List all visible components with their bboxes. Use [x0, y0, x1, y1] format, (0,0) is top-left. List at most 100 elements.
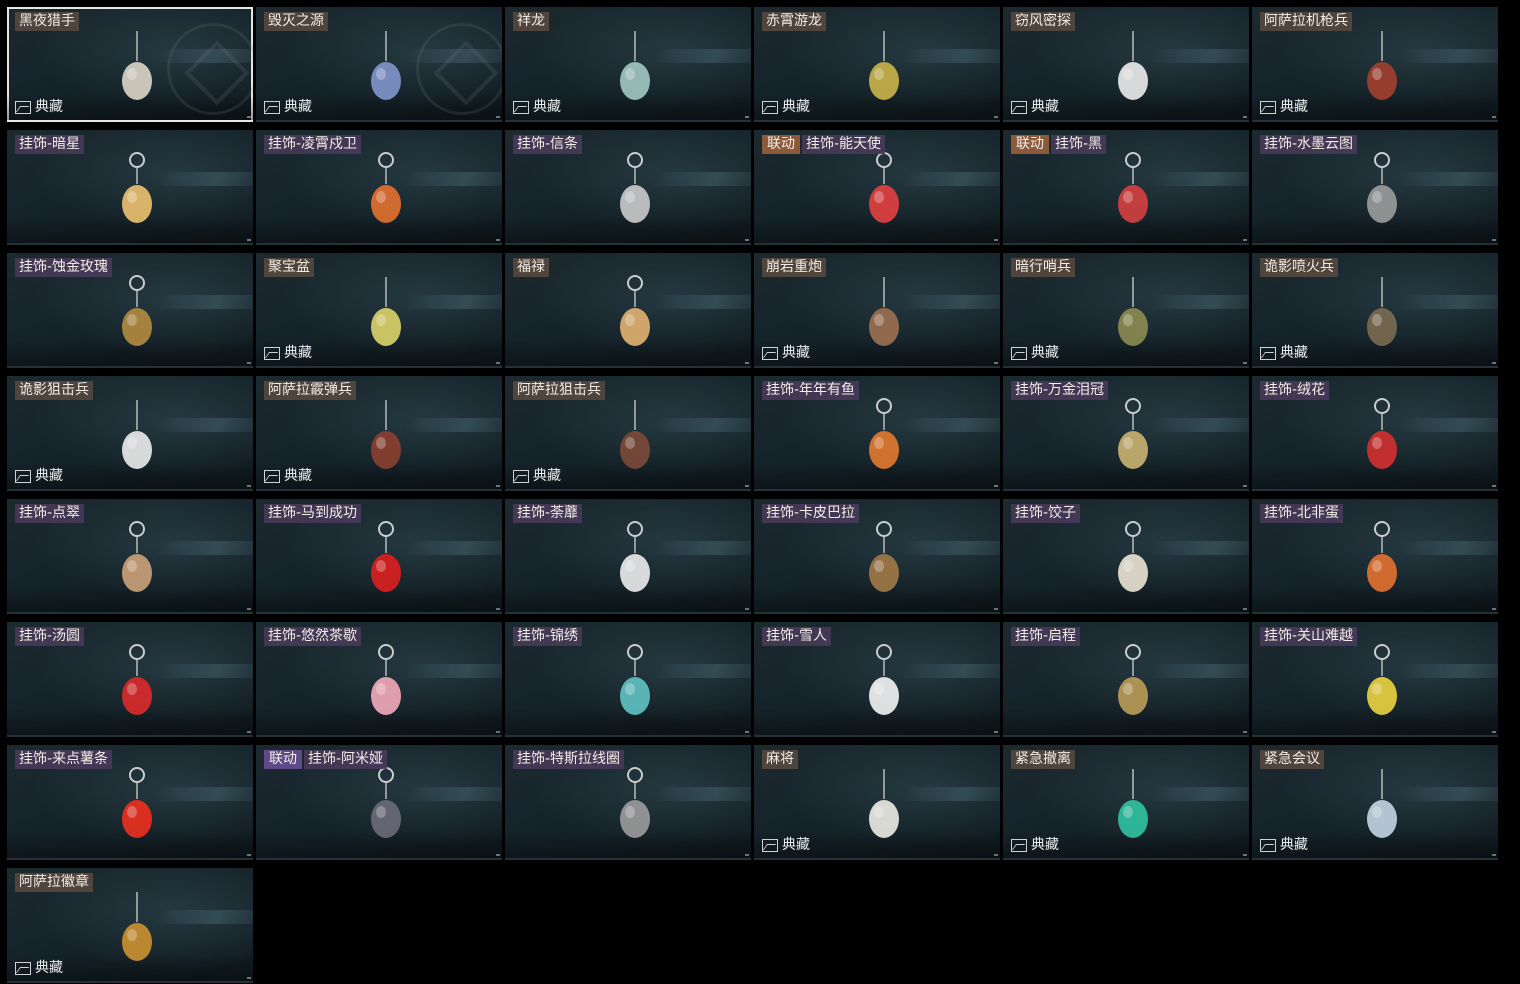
charm-card[interactable]: 挂饰-万金泪冠 — [1003, 376, 1249, 491]
corner-indicator — [1492, 731, 1496, 733]
velvet-flower-charm-icon — [1360, 396, 1404, 480]
charm-card[interactable]: 挂饰-点翠 — [7, 499, 253, 614]
charm-card[interactable]: 联动 挂饰-黑 — [1003, 130, 1249, 245]
card-name: 挂饰-年年有鱼 — [762, 381, 860, 400]
creed-charm-icon — [613, 150, 657, 234]
charm-card[interactable]: 阿萨拉狙击兵 典藏 — [505, 376, 751, 491]
card-title: 黑夜猎手 — [15, 12, 79, 31]
charm-card[interactable]: 挂饰-信条 — [505, 130, 751, 245]
capybara-charm-icon — [862, 519, 906, 603]
collectible-image-icon — [15, 961, 31, 975]
charm-card[interactable]: 麻将 典藏 — [754, 745, 1000, 860]
asala-sniper-charm-icon — [613, 396, 657, 480]
mahjong-charm-icon — [862, 765, 906, 849]
charm-card[interactable]: 黑夜猎手 典藏 — [7, 7, 253, 122]
charm-card[interactable]: 挂饰-北非蛋 — [1252, 499, 1498, 614]
collectible-badge: 典藏 — [1260, 345, 1308, 361]
emblem-watermark-icon — [416, 23, 502, 115]
charm-card[interactable]: 挂饰-荼蘼 — [505, 499, 751, 614]
collectible-label: 典藏 — [284, 468, 312, 484]
charm-card[interactable]: 福禄 — [505, 253, 751, 368]
charm-card[interactable]: 毁灭之源 典藏 — [256, 7, 502, 122]
charm-card[interactable]: 挂饰-关山难越 — [1252, 622, 1498, 737]
collectible-label: 典藏 — [782, 99, 810, 115]
charm-card[interactable]: 挂饰-锦绣 — [505, 622, 751, 737]
charm-card[interactable]: 紧急撤离 典藏 — [1003, 745, 1249, 860]
card-name: 挂饰-来点薯条 — [15, 750, 113, 769]
spy-rabbit-charm-icon — [1111, 27, 1155, 111]
card-title: 阿萨拉霰弹兵 — [264, 381, 356, 400]
collab-badge: 联动 — [1011, 135, 1049, 154]
charm-card[interactable]: 窃风密探 典藏 — [1003, 7, 1249, 122]
card-title: 挂饰-点翠 — [15, 504, 85, 523]
dragon-charm-icon — [364, 27, 408, 111]
corner-indicator — [496, 731, 500, 733]
charm-card[interactable]: 挂饰-来点薯条 — [7, 745, 253, 860]
card-name: 挂饰-绒花 — [1260, 381, 1330, 400]
charm-card[interactable]: 挂饰-年年有鱼 — [754, 376, 1000, 491]
card-title: 挂饰-凌霄戍卫 — [264, 135, 362, 154]
collectible-image-icon — [1260, 346, 1276, 360]
card-name: 挂饰-卡皮巴拉 — [762, 504, 860, 523]
charm-card[interactable]: 阿萨拉机枪兵 典藏 — [1252, 7, 1498, 122]
charm-card[interactable]: 联动 挂饰-阿米娅 — [256, 745, 502, 860]
rocket-charm-icon — [364, 150, 408, 234]
collectible-badge: 典藏 — [1011, 99, 1059, 115]
crown-charm-icon — [1111, 396, 1155, 480]
collectible-image-icon — [264, 469, 280, 483]
card-title: 挂饰-马到成功 — [264, 504, 362, 523]
charm-card[interactable]: 聚宝盆 典藏 — [256, 253, 502, 368]
meeting-charm-icon — [1360, 765, 1404, 849]
charm-card[interactable]: 挂饰-凌霄戍卫 — [256, 130, 502, 245]
charm-card[interactable]: 挂饰-雪人 — [754, 622, 1000, 737]
charm-card[interactable]: 崩岩重炮 典藏 — [754, 253, 1000, 368]
corner-indicator — [994, 731, 998, 733]
card-title: 诡影喷火兵 — [1260, 258, 1338, 277]
charm-card[interactable]: 紧急会议 典藏 — [1252, 745, 1498, 860]
charm-card[interactable]: 联动 挂饰-能天使 — [754, 130, 1000, 245]
charm-card[interactable]: 阿萨拉霰弹兵典藏 — [256, 376, 502, 491]
charm-card[interactable]: 挂饰-绒花 — [1252, 376, 1498, 491]
charm-card[interactable]: 挂饰-蚀金玫瑰 — [7, 253, 253, 368]
charm-card[interactable]: 阿萨拉徽章 典藏 — [7, 868, 253, 983]
amiya-charm-icon — [364, 765, 408, 849]
corner-indicator — [994, 116, 998, 118]
charm-card[interactable]: 暗行哨兵 典藏 — [1003, 253, 1249, 368]
charm-card[interactable]: 挂饰-悠然茶歇 — [256, 622, 502, 737]
collectible-image-icon — [762, 100, 778, 114]
card-name: 窃风密探 — [1011, 12, 1075, 31]
card-title: 挂饰-启程 — [1011, 627, 1081, 646]
charm-card[interactable]: 赤霄游龙 典藏 — [754, 7, 1000, 122]
card-title: 聚宝盆 — [264, 258, 314, 277]
charm-card[interactable]: 挂饰-饺子 — [1003, 499, 1249, 614]
card-title: 挂饰-水墨云图 — [1260, 135, 1358, 154]
card-title: 挂饰-荼蘼 — [513, 504, 583, 523]
charm-card[interactable]: 挂饰-暗星 — [7, 130, 253, 245]
corner-indicator — [1243, 485, 1247, 487]
charm-card[interactable]: 挂饰-马到成功 — [256, 499, 502, 614]
collectible-badge: 典藏 — [15, 99, 63, 115]
card-title: 挂饰-雪人 — [762, 627, 832, 646]
corner-indicator — [247, 854, 251, 856]
corner-indicator — [1243, 239, 1247, 241]
kingfisher-charm-icon — [115, 519, 159, 603]
card-title: 诡影狙击兵 — [15, 381, 93, 400]
card-title: 挂饰-来点薯条 — [15, 750, 113, 769]
card-name: 挂饰-雪人 — [762, 627, 832, 646]
corner-indicator — [745, 239, 749, 241]
charm-card[interactable]: 挂饰-卡皮巴拉 — [754, 499, 1000, 614]
charm-card[interactable]: 诡影喷火兵 典藏 — [1252, 253, 1498, 368]
charm-card[interactable]: 挂饰-启程 — [1003, 622, 1249, 737]
corner-indicator — [745, 731, 749, 733]
charm-card[interactable]: 挂饰-汤圆 — [7, 622, 253, 737]
card-title: 挂饰-万金泪冠 — [1011, 381, 1109, 400]
collectible-label: 典藏 — [35, 99, 63, 115]
charm-card[interactable]: 挂饰-水墨云图 — [1252, 130, 1498, 245]
collectible-image-icon — [1260, 100, 1276, 114]
charm-card[interactable]: 诡影狙击兵 典藏 — [7, 376, 253, 491]
charm-card[interactable]: 祥龙 典藏 — [505, 7, 751, 122]
gourd-charm-icon — [613, 273, 657, 357]
charm-card[interactable]: 挂饰-特斯拉线圈 — [505, 745, 751, 860]
exusiai-charm-icon — [862, 150, 906, 234]
collectible-label: 典藏 — [1280, 99, 1308, 115]
